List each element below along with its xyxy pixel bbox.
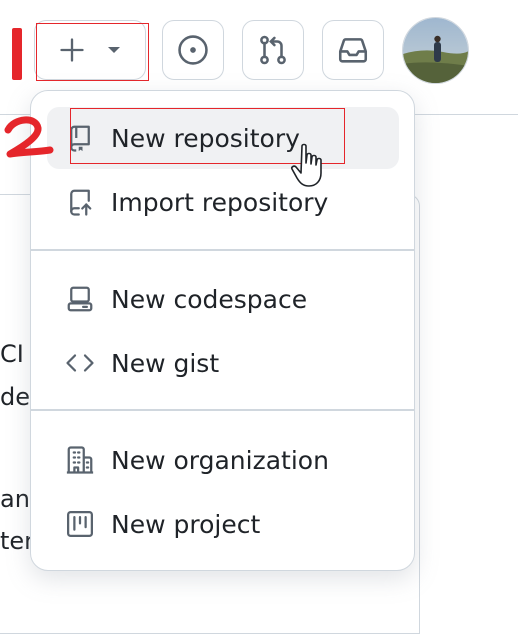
menu-item-new-project[interactable]: New project [47,493,399,555]
annotation-step-1 [12,28,22,80]
project-icon [63,507,97,541]
git-pull-request-icon [256,33,290,67]
menu-item-label: New project [111,509,261,539]
background-text-fragment: CI [0,340,24,368]
issues-button[interactable] [162,20,224,80]
annotation-box-create [36,23,149,81]
menu-item-new-organization[interactable]: New organization [47,429,399,491]
pull-requests-button[interactable] [242,20,304,80]
background-text-fragment: de [0,383,30,411]
menu-item-label: New organization [111,445,329,475]
inbox-button[interactable] [322,20,384,80]
organization-icon [63,443,97,477]
code-icon [63,346,97,380]
menu-divider [31,409,414,411]
menu-item-label: New gist [111,348,220,378]
menu-item-new-codespace[interactable]: New codespace [47,268,399,330]
background-text-fragment: ter [0,527,35,555]
menu-item-label: New codespace [111,284,308,314]
menu-item-import-repository[interactable]: Import repository [47,171,399,233]
hand-pointer-cursor-icon [291,143,322,187]
repo-push-icon [63,185,97,219]
menu-divider [31,249,414,251]
inbox-icon [336,33,370,67]
annotation-step-2 [4,116,54,158]
issue-opened-icon [176,33,210,67]
user-avatar[interactable] [402,17,469,84]
menu-item-new-gist[interactable]: New gist [47,332,399,394]
menu-item-label: Import repository [111,187,329,217]
codespaces-icon [63,282,97,316]
